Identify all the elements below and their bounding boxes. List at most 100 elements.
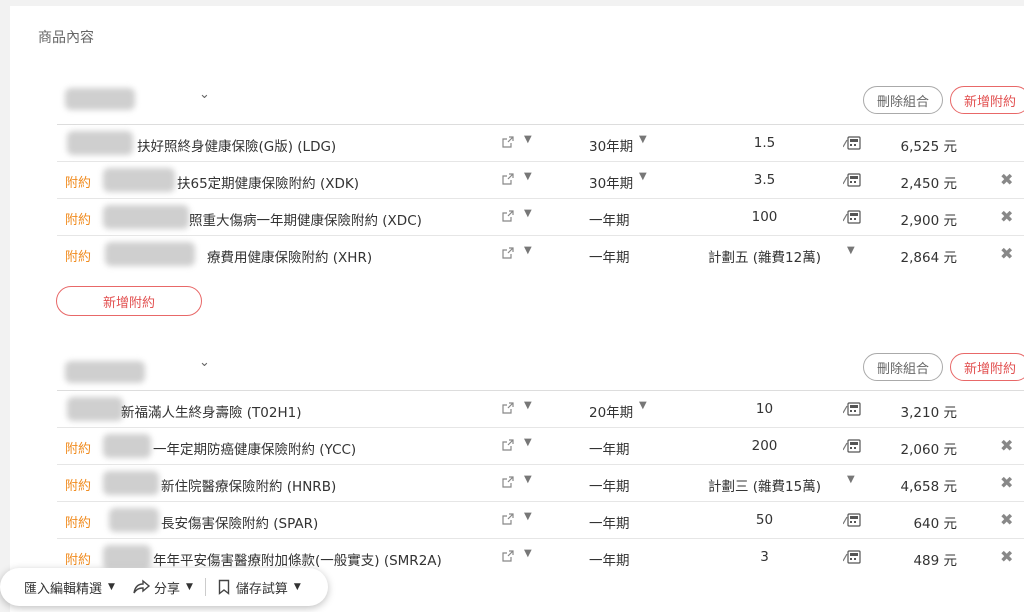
add-rider-button-bottom[interactable]: 新增附約 (56, 286, 202, 316)
caret-down-icon[interactable]: ▼ (524, 245, 532, 256)
coverage-amount[interactable]: 計劃三 (雜費15萬) (697, 475, 832, 495)
caret-down-icon[interactable]: ▼ (524, 437, 532, 448)
coverage-amount[interactable]: 1.5 (697, 135, 832, 151)
group-header: ⌄ 刪除組合 新增附約 (57, 75, 1024, 125)
close-icon[interactable]: ✖ (1000, 547, 1013, 566)
chevron-down-icon[interactable]: ⌄ (199, 355, 210, 370)
external-link-icon[interactable] (502, 402, 514, 414)
add-rider-button[interactable]: 新增附約 (950, 86, 1024, 114)
calculator-icon[interactable] (843, 513, 861, 527)
caret-down-icon[interactable]: ▼ (524, 511, 532, 522)
product-row: 附約 照重大傷病一年期健康保險附約 (XDC) ▼ 一年期 100 2,900 元 ✖ (57, 199, 1024, 236)
product-row: 附約 新住院醫療保險附約 (HNRB) ▼ 一年期 計劃三 (雜費15萬) ▼ 4,658 … (57, 465, 1024, 502)
import-editor-picks-button[interactable]: 匯入編輯精選 ▼ (0, 568, 127, 606)
product-row: 扶好照終身健康保險(G版) (LDG) ▼ 30年期 ▼ 1.5 6,525 元 (57, 125, 1024, 162)
product-name: 照重大傷病一年期健康保險附約 (XDC) (189, 213, 422, 229)
coverage-amount[interactable]: 10 (697, 401, 832, 417)
external-link-icon[interactable] (502, 550, 514, 562)
caret-down-icon[interactable]: ▼ (639, 134, 647, 145)
caret-down-icon[interactable]: ▼ (524, 474, 532, 485)
external-link-icon[interactable] (502, 513, 514, 525)
close-icon[interactable]: ✖ (1000, 244, 1013, 263)
term-select[interactable]: 一年期 (589, 209, 630, 229)
caret-down-icon[interactable]: ▼ (524, 208, 532, 219)
coverage-amount[interactable]: 3.5 (697, 172, 832, 188)
delete-combo-button[interactable]: 刪除組合 (863, 353, 943, 381)
section-title: 商品內容 (38, 30, 94, 46)
external-link-icon[interactable] (502, 439, 514, 451)
close-icon[interactable]: ✖ (1000, 207, 1013, 226)
product-row: 新福滿人生終身壽險 (T02H1) ▼ 20年期 ▼ 10 3,210 元 (57, 391, 1024, 428)
group-header: ⌄ 刪除組合 新增附約 (57, 341, 1024, 391)
calculator-icon[interactable] (843, 402, 861, 416)
caret-down-icon: ▼ (185, 582, 193, 592)
coverage-amount[interactable]: 3 (697, 549, 832, 565)
term-select[interactable]: 一年期 (589, 246, 630, 266)
caret-down-icon[interactable]: ▼ (524, 400, 532, 411)
close-icon[interactable]: ✖ (1000, 510, 1013, 529)
coverage-amount[interactable]: 計劃五 (雜費12萬) (697, 246, 832, 266)
premium-value: 2,900 元 (900, 213, 957, 229)
redacted-prefix (103, 543, 151, 571)
redacted-prefix (67, 129, 133, 157)
share-icon (133, 579, 151, 594)
external-link-icon[interactable] (502, 247, 514, 259)
caret-down-icon[interactable]: ▼ (639, 400, 647, 411)
coverage-amount[interactable]: 50 (697, 512, 832, 528)
caret-down-icon[interactable]: ▼ (524, 171, 532, 182)
redacted-prefix (109, 506, 159, 534)
external-link-icon[interactable] (502, 476, 514, 488)
redacted-prefix (67, 395, 123, 423)
external-link-icon[interactable] (502, 136, 514, 148)
premium-value: 6,525 元 (900, 139, 957, 155)
save-trial-button[interactable]: 儲存試算 ▼ (206, 568, 313, 606)
external-link-icon[interactable] (502, 173, 514, 185)
close-icon[interactable]: ✖ (1000, 170, 1013, 189)
calculator-icon[interactable] (843, 173, 861, 187)
product-name: 療費用健康保險附約 (XHR) (207, 250, 373, 266)
redacted-prefix (103, 166, 175, 194)
calculator-icon[interactable] (843, 439, 861, 453)
calculator-icon[interactable] (843, 136, 861, 150)
delete-combo-button[interactable]: 刪除組合 (863, 86, 943, 114)
caret-down-icon[interactable]: ▼ (847, 245, 855, 256)
rider-tag: 附約 (65, 516, 92, 531)
caret-down-icon[interactable]: ▼ (524, 134, 532, 145)
caret-down-icon[interactable]: ▼ (639, 171, 647, 182)
external-link-icon[interactable] (502, 210, 514, 222)
premium-value: 4,658 元 (900, 479, 957, 495)
plan-group-1: ⌄ 刪除組合 新增附約 扶好照終身健康保險(G版) (LDG) ▼ 30年期 ▼ 1.5… (57, 75, 1024, 273)
share-button[interactable]: 分享 ▼ (127, 568, 205, 606)
caret-down-icon[interactable]: ▼ (524, 548, 532, 559)
close-icon[interactable]: ✖ (1000, 436, 1013, 455)
close-icon[interactable]: ✖ (1000, 473, 1013, 492)
share-label: 分享 (153, 581, 180, 597)
term-select[interactable]: 30年期 (589, 172, 633, 192)
premium-value: 3,210 元 (900, 405, 957, 421)
group-name-redacted[interactable] (57, 349, 177, 383)
calculator-icon[interactable] (843, 210, 861, 224)
rider-tag: 附約 (65, 250, 92, 265)
caret-down-icon: ▼ (108, 582, 115, 592)
term-select[interactable]: 30年期 (589, 135, 633, 155)
term-select[interactable]: 一年期 (589, 438, 630, 458)
coverage-amount[interactable]: 100 (697, 209, 832, 225)
calculator-icon[interactable] (843, 550, 861, 564)
caret-down-icon[interactable]: ▼ (847, 474, 855, 485)
chevron-down-icon[interactable]: ⌄ (199, 87, 210, 102)
product-name: 扶好照終身健康保險(G版) (LDG) (137, 139, 337, 155)
premium-value: 2,864 元 (900, 250, 957, 266)
rider-tag: 附約 (65, 176, 92, 191)
term-select[interactable]: 一年期 (589, 475, 630, 495)
term-select[interactable]: 一年期 (589, 549, 630, 569)
rider-tag: 附約 (65, 442, 92, 457)
add-rider-button[interactable]: 新增附約 (950, 353, 1024, 381)
group-name-redacted[interactable] (57, 83, 177, 113)
redacted-prefix (103, 203, 189, 231)
term-select[interactable]: 一年期 (589, 512, 630, 532)
bottom-action-bar: 匯入編輯精選 ▼ 分享 ▼ 儲存試算 ▼ (0, 568, 328, 606)
coverage-amount[interactable]: 200 (697, 438, 832, 454)
term-select[interactable]: 20年期 (589, 401, 633, 421)
product-name: 年年平安傷害醫療附加條款(一般實支) (SMR2A) (153, 553, 442, 569)
redacted-prefix (103, 469, 159, 497)
